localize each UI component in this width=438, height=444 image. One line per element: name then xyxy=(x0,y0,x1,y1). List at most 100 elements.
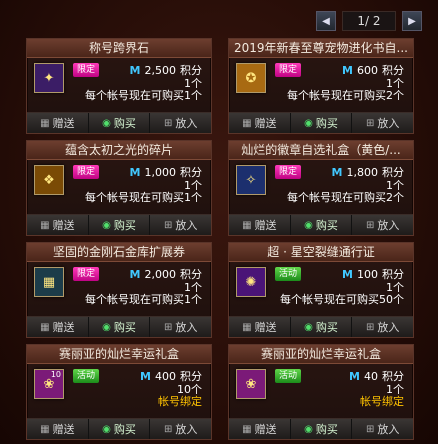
buy-button[interactable]: ◉ 购买 xyxy=(88,113,151,133)
gift-icon: ▦ xyxy=(40,117,50,129)
account-bound-label: 帐号绑定 xyxy=(158,395,202,408)
purchase-limit-text: 每个帐号现在可购买1个 xyxy=(85,89,202,102)
item-title: 赛丽亚的灿烂幸运礼盒 xyxy=(27,345,211,364)
item-icon: ✦ xyxy=(43,70,55,86)
price-value: 100 xyxy=(357,267,378,281)
cart-add-icon: ⊞ xyxy=(365,423,375,435)
cart-add-icon: ⊞ xyxy=(365,117,375,129)
item-body: ❀ 活动 M 40 积分 1个 帐号绑定 xyxy=(229,364,413,418)
item-card: 超 · 星空裂缝通行证 ✺ 活动 M 100 积分 1个 每个帐号现在可购买50个 ▦ 赠送 ◉ 购买… xyxy=(228,242,414,338)
item-card: 赛丽亚的灿烂幸运礼盒 ❀ 10 活动 M 400 积分 10个 帐号绑定 ▦ 赠送 ◉ 购买 ⊞ 放入 xyxy=(26,344,212,440)
cart-icon: ◉ xyxy=(102,423,111,435)
item-title: 灿烂的徽章自选礼盒（黄色/... xyxy=(229,141,413,160)
gift-icon: ▦ xyxy=(242,321,252,333)
gift-label: 赠送 xyxy=(52,423,75,436)
item-thumbnail[interactable]: ❀ xyxy=(236,369,266,399)
purchase-limit-text: 每个帐号现在可购买2个 xyxy=(287,191,404,204)
gift-button[interactable]: ▦ 赠送 xyxy=(27,317,89,337)
item-thumbnail[interactable]: ✺ xyxy=(236,267,266,297)
buy-button[interactable]: ◉ 购买 xyxy=(88,215,151,235)
item-thumbnail[interactable]: ✪ xyxy=(236,63,266,93)
page-indicator: 1/ 2 xyxy=(342,11,396,31)
buy-button[interactable]: ◉ 购买 xyxy=(290,215,353,235)
put-in-button[interactable]: ⊞ 放入 xyxy=(352,419,414,439)
item-body: ✺ 活动 M 100 积分 1个 每个帐号现在可购买50个 xyxy=(229,262,413,316)
purchase-limit-text: 每个帐号现在可购买1个 xyxy=(85,191,202,204)
gift-icon: ▦ xyxy=(242,219,252,231)
gift-button[interactable]: ▦ 赠送 xyxy=(229,215,291,235)
put-in-button[interactable]: ⊞ 放入 xyxy=(150,215,212,235)
put-in-button[interactable]: ⊞ 放入 xyxy=(150,317,212,337)
cart-icon: ◉ xyxy=(304,219,313,231)
buy-label: 购买 xyxy=(315,423,338,436)
price-value: 2,000 xyxy=(144,267,177,281)
gift-button[interactable]: ▦ 赠送 xyxy=(27,419,89,439)
cart-icon: ◉ xyxy=(304,117,313,129)
put-label: 放入 xyxy=(377,423,400,436)
stack-count: 10 xyxy=(50,370,61,379)
item-tag-badge: 活动 xyxy=(275,369,301,383)
item-body: ✪ 限定 M 600 积分 1个 每个帐号现在可购买2个 xyxy=(229,58,413,112)
cart-add-icon: ⊞ xyxy=(163,117,173,129)
item-tag-badge: 活动 xyxy=(275,267,301,281)
put-in-button[interactable]: ⊞ 放入 xyxy=(352,215,414,235)
gift-button[interactable]: ▦ 赠送 xyxy=(27,215,89,235)
item-actions: ▦ 赠送 ◉ 购买 ⊞ 放入 xyxy=(229,214,414,235)
put-in-button[interactable]: ⊞ 放入 xyxy=(352,317,414,337)
item-title: 坚固的金刚石金库扩展券 xyxy=(27,243,211,262)
item-title: 2019年新春至尊宠物进化书自... xyxy=(229,39,413,58)
next-page-button[interactable]: ▶ xyxy=(402,11,422,31)
prev-arrow-icon: ◀ xyxy=(322,15,330,27)
buy-button[interactable]: ◉ 购买 xyxy=(290,419,353,439)
points-icon: M xyxy=(342,267,353,281)
put-label: 放入 xyxy=(377,117,400,130)
put-label: 放入 xyxy=(175,219,198,232)
buy-label: 购买 xyxy=(113,219,136,232)
cart-add-icon: ⊞ xyxy=(365,321,375,333)
item-title: 蕴含太初之光的碎片 xyxy=(27,141,211,160)
item-grid: 称号跨界石 ✦ 限定 M 2,500 积分 1个 每个帐号现在可购买1个 ▦ 赠送 ◉ 购买 ⊞ 放入 2… xyxy=(26,38,414,440)
item-card: 坚固的金刚石金库扩展券 ▦ 限定 M 2,000 积分 1个 每个帐号现在可购买1个 ▦ 赠送 ◉ 购… xyxy=(26,242,212,338)
item-actions: ▦ 赠送 ◉ 购买 ⊞ 放入 xyxy=(27,214,212,235)
cart-add-icon: ⊞ xyxy=(163,423,173,435)
item-icon: ✪ xyxy=(245,70,257,86)
item-thumbnail[interactable]: ▦ xyxy=(34,267,64,297)
put-label: 放入 xyxy=(175,117,198,130)
buy-button[interactable]: ◉ 购买 xyxy=(290,317,353,337)
prev-page-button[interactable]: ◀ xyxy=(316,11,336,31)
item-thumbnail[interactable]: ❀ 10 xyxy=(34,369,64,399)
price-value: 40 xyxy=(364,369,378,383)
price-value: 1,800 xyxy=(346,165,379,179)
item-thumbnail[interactable]: ❖ xyxy=(34,165,64,195)
points-icon: M xyxy=(342,63,353,77)
item-title: 超 · 星空裂缝通行证 xyxy=(229,243,413,262)
gift-icon: ▦ xyxy=(242,117,252,129)
put-label: 放入 xyxy=(377,219,400,232)
item-thumbnail[interactable]: ✧ xyxy=(236,165,266,195)
item-actions: ▦ 赠送 ◉ 购买 ⊞ 放入 xyxy=(229,112,414,133)
item-tag-badge: 限定 xyxy=(275,165,301,179)
item-actions: ▦ 赠送 ◉ 购买 ⊞ 放入 xyxy=(27,316,212,337)
buy-button[interactable]: ◉ 购买 xyxy=(88,419,151,439)
item-tag-badge: 限定 xyxy=(73,267,99,281)
item-actions: ▦ 赠送 ◉ 购买 ⊞ 放入 xyxy=(27,112,212,133)
put-in-button[interactable]: ⊞ 放入 xyxy=(150,113,212,133)
item-thumbnail[interactable]: ✦ xyxy=(34,63,64,93)
gift-button[interactable]: ▦ 赠送 xyxy=(229,113,291,133)
buy-button[interactable]: ◉ 购买 xyxy=(88,317,151,337)
put-in-button[interactable]: ⊞ 放入 xyxy=(150,419,212,439)
price-value: 600 xyxy=(357,63,378,77)
pager: ◀ 1/ 2 ▶ xyxy=(316,10,422,32)
gift-button[interactable]: ▦ 赠送 xyxy=(27,113,89,133)
gift-label: 赠送 xyxy=(254,117,277,130)
next-arrow-icon: ▶ xyxy=(408,15,416,27)
buy-button[interactable]: ◉ 购买 xyxy=(290,113,353,133)
item-card: 灿烂的徽章自选礼盒（黄色/... ✧ 限定 M 1,800 积分 1个 每个帐号现在可购买2个… xyxy=(228,140,414,236)
gift-label: 赠送 xyxy=(254,321,277,334)
purchase-limit-text: 每个帐号现在可购买2个 xyxy=(287,89,404,102)
gift-button[interactable]: ▦ 赠送 xyxy=(229,317,291,337)
cart-add-icon: ⊞ xyxy=(365,219,375,231)
put-in-button[interactable]: ⊞ 放入 xyxy=(352,113,414,133)
item-actions: ▦ 赠送 ◉ 购买 ⊞ 放入 xyxy=(229,316,414,337)
gift-button[interactable]: ▦ 赠送 xyxy=(229,419,291,439)
